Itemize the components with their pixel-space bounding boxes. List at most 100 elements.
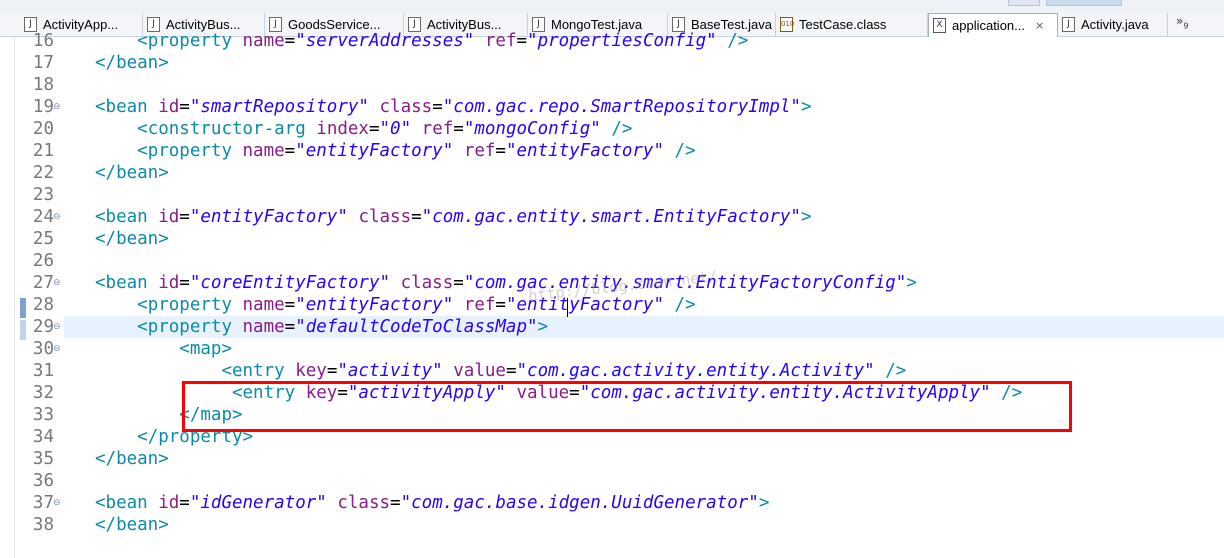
code-punctuation: = xyxy=(453,273,464,293)
xml-value: "entityFactory" xyxy=(505,141,665,161)
xml-tag: <map> xyxy=(179,339,232,359)
xml-tag: > xyxy=(800,97,812,117)
xml-attribute: ref xyxy=(463,295,496,315)
line-number: 35 xyxy=(32,449,54,469)
line-number: 34 xyxy=(32,427,54,447)
xml-tag: /> xyxy=(874,361,907,381)
code-punctuation: = xyxy=(179,273,190,293)
code-line[interactable]: 20 <constructor-arg index="0" ref="mongo… xyxy=(0,118,1224,140)
fold-toggle-icon[interactable]: ⊖ xyxy=(53,492,61,514)
code-punctuation: = xyxy=(368,119,380,139)
code-punctuation: = xyxy=(284,31,296,51)
xml-tag: <property xyxy=(137,295,243,315)
xml-attribute: name xyxy=(242,295,285,315)
toolbar-button[interactable] xyxy=(1008,0,1040,6)
code-line[interactable]: 30 ⊖ <map> xyxy=(0,338,1224,360)
code-line[interactable]: 22 </bean> xyxy=(0,162,1224,184)
xml-tag: <bean xyxy=(95,493,159,513)
fold-toggle-icon[interactable]: ⊖ xyxy=(53,272,61,294)
code-line[interactable]: 21 <property name="entityFactory" ref="e… xyxy=(0,140,1224,162)
line-number: 30 xyxy=(32,339,54,359)
xml-value: "entityFactory" xyxy=(189,207,348,227)
code-text: </bean> xyxy=(95,228,169,250)
line-number: 24 xyxy=(32,207,54,227)
xml-tag: > xyxy=(758,493,770,513)
fold-toggle-icon[interactable]: ⊖ xyxy=(53,338,61,360)
code-text: </bean> xyxy=(95,448,169,470)
code-punctuation xyxy=(95,339,179,359)
code-punctuation: = xyxy=(284,317,296,337)
code-punctuation xyxy=(453,141,464,161)
code-punctuation: = xyxy=(411,207,422,227)
xml-value: "0" xyxy=(379,119,412,139)
line-number: 16 xyxy=(32,31,54,51)
code-punctuation: = xyxy=(179,493,190,513)
tab-overflow-button[interactable]: »9 xyxy=(1176,14,1188,30)
xml-tag: /> xyxy=(664,295,696,315)
xml-attribute: class xyxy=(379,97,433,117)
code-line[interactable]: 31 <entry key="activity" value="com.gac.… xyxy=(0,360,1224,382)
line-number: 28 xyxy=(32,295,54,315)
code-line[interactable]: 17 </bean> xyxy=(0,52,1224,74)
code-line[interactable]: 38 </bean> xyxy=(0,514,1224,536)
xml-tag: <entry xyxy=(221,361,296,381)
xml-attribute: class xyxy=(358,207,412,227)
code-punctuation xyxy=(443,361,454,381)
toolbar-strip xyxy=(0,0,1224,12)
xml-tag: <property xyxy=(137,317,243,337)
code-text: <bean id="smartRepository" class="com.ga… xyxy=(95,96,812,118)
code-punctuation: = xyxy=(284,295,296,315)
xml-tag: </bean> xyxy=(95,163,169,183)
code-line[interactable]: 28 <property name="entityFactory" ref="e… xyxy=(0,294,1224,316)
code-text: <bean id="idGenerator" class="com.gac.ba… xyxy=(95,492,769,514)
code-editor[interactable]: 16 <property name="serverAddresses" ref=… xyxy=(0,31,1224,558)
code-punctuation xyxy=(95,361,221,381)
fold-toggle-icon[interactable]: ⊖ xyxy=(53,96,61,118)
xml-value: "com.gac.repo.SmartRepositoryImpl" xyxy=(442,97,801,117)
line-number: 38 xyxy=(32,515,54,535)
code-punctuation: = xyxy=(179,97,190,117)
code-text: <constructor-arg index="0" ref="mongoCon… xyxy=(95,118,632,140)
code-line[interactable]: 18 xyxy=(0,74,1224,96)
line-number: 20 xyxy=(32,119,54,139)
code-text: <property name="defaultCodeToClassMap"> xyxy=(95,316,548,338)
xml-value: "entityFactory" xyxy=(295,141,454,161)
xml-value: "coreEntityFactory" xyxy=(189,273,391,293)
xml-tag: </bean> xyxy=(95,229,169,249)
xml-attribute: value xyxy=(453,361,506,381)
xml-attribute: ref xyxy=(484,31,517,51)
code-punctuation xyxy=(474,31,485,51)
code-punctuation xyxy=(95,31,137,51)
code-text: <property name="entityFactory" ref="enti… xyxy=(95,294,696,316)
code-punctuation xyxy=(95,405,179,425)
line-number: 21 xyxy=(32,141,54,161)
code-line[interactable]: 25 </bean> xyxy=(0,228,1224,250)
code-line[interactable]: 16 <property name="serverAddresses" ref=… xyxy=(0,30,1224,52)
xml-tag: > xyxy=(800,207,812,227)
code-text: </bean> xyxy=(95,162,169,184)
code-punctuation: = xyxy=(495,141,506,161)
code-line[interactable]: 23 xyxy=(0,184,1224,206)
xml-attribute: id xyxy=(158,97,180,117)
code-line[interactable]: 36 xyxy=(0,470,1224,492)
code-text: <bean id="entityFactory" class="com.gac.… xyxy=(95,206,812,228)
code-line[interactable]: 29 ⊖ <property name="defaultCodeToClassMa… xyxy=(33,316,1224,338)
code-line[interactable]: 19 ⊖ <bean id="smartRepository" class="com… xyxy=(0,96,1224,118)
line-number: 37 xyxy=(32,493,54,513)
code-punctuation: = xyxy=(495,295,506,315)
toolbar-button[interactable] xyxy=(1046,0,1122,6)
line-number: 32 xyxy=(32,383,54,403)
code-text: <entry key="activity" value="com.gac.act… xyxy=(95,360,906,382)
line-number: 26 xyxy=(32,251,54,271)
change-marker xyxy=(20,298,26,318)
fold-toggle-icon[interactable]: ⊖ xyxy=(53,206,61,228)
code-punctuation xyxy=(411,119,422,139)
code-line[interactable]: 37 ⊖ <bean id="idGenerator" class="com.gac… xyxy=(0,492,1224,514)
line-number: 25 xyxy=(32,229,54,249)
xml-tag: <bean xyxy=(95,97,159,117)
code-line[interactable]: 24 ⊖ <bean id="entityFactory" class="com.g… xyxy=(0,206,1224,228)
xml-value: "propertiesConfig" xyxy=(527,31,717,51)
fold-toggle-icon[interactable]: ⊖ xyxy=(53,316,61,338)
code-line[interactable]: 26 xyxy=(0,250,1224,272)
code-line[interactable]: 35 </bean> xyxy=(0,448,1224,470)
